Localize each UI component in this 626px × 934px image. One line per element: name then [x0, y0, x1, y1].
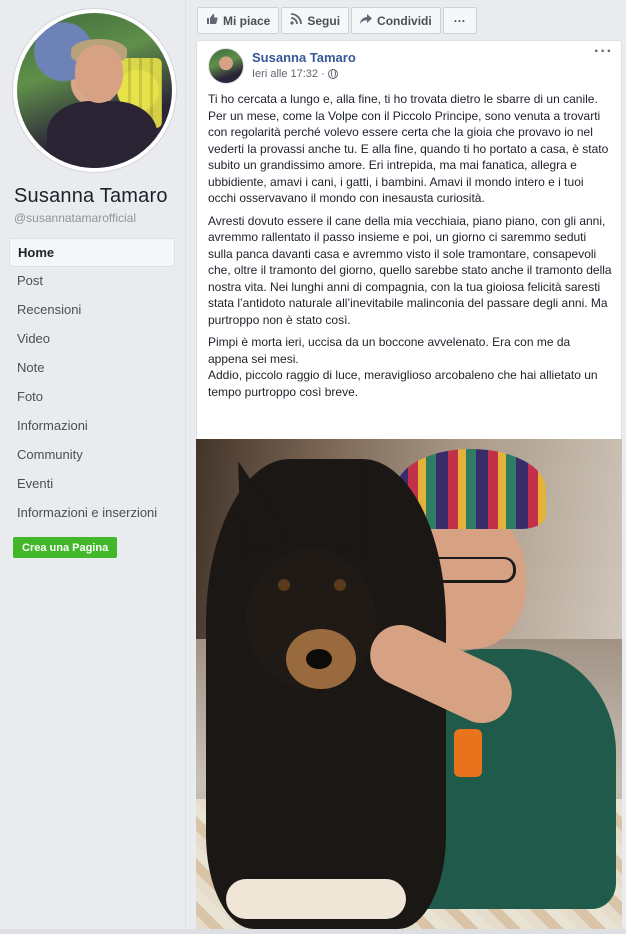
share-arrow-icon [360, 13, 373, 28]
avatar [17, 13, 172, 168]
nav-item-informazioni[interactable]: Informazioni [9, 412, 175, 441]
post-paragraph: Pimpi è morta ieri, uccisa da un boccone… [208, 335, 571, 366]
nav-item-recensioni[interactable]: Recensioni [9, 296, 175, 325]
page-sidebar: Susanna Tamaro @susannatamarofficial Hom… [0, 0, 186, 934]
nav-item-video[interactable]: Video [9, 325, 175, 354]
page-title[interactable]: Susanna Tamaro [14, 185, 168, 208]
post-photo[interactable] [196, 439, 622, 929]
post-timestamp[interactable]: Ieri alle 17:32 [252, 68, 318, 80]
post-paragraph: Ti ho cercata a lungo e, alla fine, ti h… [208, 92, 609, 205]
create-page-button[interactable]: Crea una Pagina [13, 537, 118, 558]
meta-separator: · [321, 68, 325, 80]
more-dots-icon: ··· [453, 13, 466, 28]
post-card: Susanna Tamaro Ieri alle 17:32 · ··· Ti … [196, 40, 622, 440]
nav-item-home[interactable]: Home [9, 238, 175, 267]
scroll-divider [0, 929, 626, 934]
post-paragraph: Avresti dovuto essere il cane della mia … [208, 213, 612, 327]
post-options-button[interactable]: ··· [594, 43, 613, 61]
share-label: Condividi [377, 13, 432, 28]
nav-item-foto[interactable]: Foto [9, 383, 175, 412]
thumbs-up-icon [206, 13, 218, 28]
post-paragraph: Addio, piccolo raggio di luce, meravigli… [208, 368, 598, 399]
post-author-name[interactable]: Susanna Tamaro [252, 50, 356, 65]
nav-item-post[interactable]: Post [9, 267, 175, 296]
profile-picture[interactable] [13, 9, 176, 172]
nav-item-community[interactable]: Community [9, 441, 175, 470]
rss-icon [290, 13, 303, 28]
page-nav: Home Post Recensioni Video Note Foto Inf… [9, 238, 175, 528]
follow-button[interactable]: Segui [281, 7, 350, 34]
page-action-bar: Mi piace Segui Condividi ··· [197, 7, 477, 34]
post-body: Ti ho cercata a lungo e, alla fine, ti h… [208, 91, 613, 406]
follow-label: Segui [307, 13, 341, 28]
nav-item-note[interactable]: Note [9, 354, 175, 383]
globe-icon[interactable] [327, 69, 338, 79]
more-options-button[interactable]: ··· [442, 7, 477, 34]
like-button[interactable]: Mi piace [197, 7, 280, 34]
post-author-avatar[interactable] [208, 48, 244, 84]
like-label: Mi piace [223, 13, 271, 28]
share-button[interactable]: Condividi [351, 7, 441, 34]
post-meta: Ieri alle 17:32 · [252, 68, 338, 80]
nav-item-eventi[interactable]: Eventi [9, 470, 175, 499]
page-username[interactable]: @susannatamarofficial [14, 211, 136, 225]
nav-item-info-inserzioni[interactable]: Informazioni e inserzioni [9, 499, 175, 528]
